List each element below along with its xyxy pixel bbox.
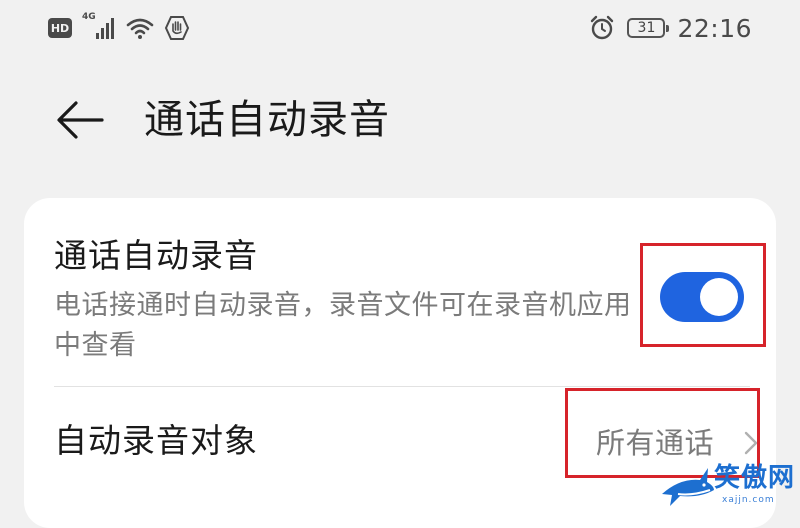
watermark: 笑傲网 xajjn.com xyxy=(660,462,800,510)
battery-icon: 31 xyxy=(627,18,670,38)
auto-record-description: 电话接通时自动录音，录音文件可在录音机应用中查看 xyxy=(54,290,632,361)
shark-logo-icon xyxy=(662,468,714,506)
hand-shield-icon xyxy=(164,15,190,41)
battery-level: 31 xyxy=(637,20,656,36)
watermark-text: 笑傲网 xyxy=(714,463,796,493)
back-button[interactable] xyxy=(54,98,106,142)
clock: 22:16 xyxy=(677,13,752,43)
wifi-icon xyxy=(126,16,154,40)
status-left: HD 4G xyxy=(48,12,190,42)
record-target-title: 自动录音对象 xyxy=(54,421,258,460)
toggle-highlight-box xyxy=(640,243,766,347)
header: 通话自动录音 xyxy=(0,80,800,160)
status-bar: HD 4G 31 22:16 xyxy=(0,0,800,56)
alarm-icon xyxy=(589,15,615,41)
auto-record-title: 通话自动录音 xyxy=(54,236,258,275)
page-title: 通话自动录音 xyxy=(144,97,390,143)
signal-icon: 4G xyxy=(82,12,116,41)
watermark-url: xajjn.com xyxy=(722,495,775,505)
hd-icon: HD xyxy=(48,18,72,38)
status-right: 31 22:16 xyxy=(589,10,752,46)
arrow-left-icon xyxy=(57,101,104,139)
